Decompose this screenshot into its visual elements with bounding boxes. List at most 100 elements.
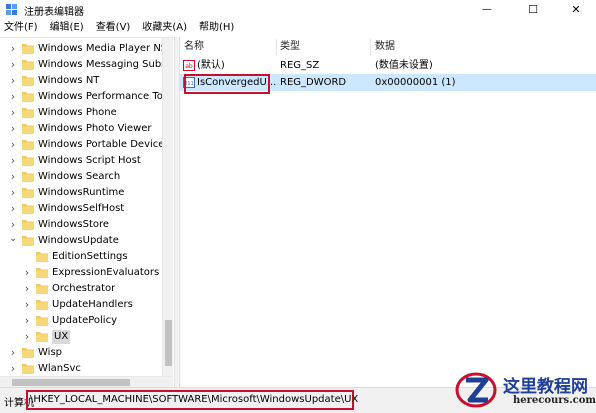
tree-item[interactable]: › Windows Portable Devices [0,137,170,153]
registry-editor-icon [6,4,17,15]
chevron-placeholder [23,252,31,262]
tree-item[interactable]: › WindowsStore [0,217,162,233]
tree-item[interactable]: EditionSettings [0,249,162,265]
chevron-right-icon[interactable]: › [23,283,31,294]
tree-item[interactable]: › ExpressionEvaluators [0,265,162,281]
folder-icon [22,44,34,54]
tree-item-label: WindowsSelfHost [38,203,125,214]
chevron-right-icon[interactable]: › [9,219,17,230]
column-header-type[interactable]: 类型 [280,39,300,55]
menu-edit[interactable]: 编辑(E) [46,19,88,37]
tree-item-label: Windows Search [38,171,121,182]
chevron-right-icon[interactable]: › [9,139,17,150]
menu-view[interactable]: 查看(V) [92,19,135,37]
chevron-right-icon[interactable]: › [9,203,17,214]
value-row-default[interactable]: ab (默认) REG_SZ (数值未设置) [180,57,596,74]
tree-item-label: Windows Script Host [38,155,141,166]
folder-icon [22,124,34,134]
tree-horizontal-scrollbar[interactable] [0,376,173,387]
chevron-right-icon[interactable]: › [9,123,17,134]
chevron-right-icon[interactable]: › [23,299,31,310]
tree-vertical-scrollbar[interactable] [162,38,173,376]
tree-item[interactable]: › WindowsRuntime [0,185,162,201]
chevron-right-icon[interactable]: › [9,107,17,118]
column-divider[interactable] [370,39,371,55]
folder-icon [22,140,34,150]
chevron-right-icon[interactable]: › [9,75,17,86]
folder-icon [22,60,34,70]
tree-item[interactable]: › Windows Performance Too [0,89,169,105]
menu-help[interactable]: 帮助(H) [195,19,238,37]
tree-item-label: UpdateHandlers [52,299,133,310]
chevron-right-icon[interactable]: › [9,171,17,182]
close-icon: ✕ [571,3,581,16]
tree-item-label: Windows NT [38,75,100,86]
folder-icon [22,204,34,214]
annotation-highlight-value [184,74,270,94]
string-value-icon-text: ab [185,63,193,70]
chevron-right-icon[interactable]: › [9,155,17,166]
tree-item[interactable]: › Windows Messaging Subs [0,57,166,73]
tree-item[interactable]: › Windows Photo Viewer [0,121,162,137]
tree-item-label: Windows Performance Too [38,91,170,102]
folder-icon [22,172,34,182]
chevron-right-icon[interactable]: › [9,187,17,198]
tree-item[interactable]: › Windows Search [0,169,162,185]
folder-icon [22,220,34,230]
maximize-button[interactable]: ☐ [512,0,554,19]
folder-icon [36,332,48,342]
tree-item[interactable]: ⌄ WindowsUpdate [0,233,162,249]
tree-item[interactable]: › WindowsSelfHost [0,201,162,217]
value-name: (默认) [197,60,225,71]
tree-item[interactable]: › WlanSvc [0,361,162,377]
column-divider[interactable] [276,39,277,55]
string-value-icon: ab [183,60,195,71]
folder-icon [22,364,34,374]
tree-item-label: EditionSettings [52,251,128,262]
minimize-button[interactable]: — [466,0,508,19]
tree-item-label: ExpressionEvaluators [52,267,160,278]
folder-icon [36,284,48,294]
chevron-right-icon[interactable]: › [9,91,17,102]
chevron-right-icon[interactable]: › [23,315,31,326]
tree-item-label: Windows Phone [38,107,117,118]
chevron-right-icon[interactable]: › [9,363,17,374]
tree-item[interactable]: › Windows Script Host [0,153,162,169]
registry-tree[interactable]: › WlanSvc › Wisp › UX › UpdatePolicy › UpdateHand… [0,37,173,387]
tree-item[interactable]: › Wisp [0,345,162,361]
watermark-url-text: herecours.com [513,395,596,406]
menu-favorites[interactable]: 收藏夹(A) [138,19,191,37]
tree-item-label: Windows Media Player NS [38,43,168,54]
tree-item[interactable]: › UpdatePolicy [0,313,162,329]
folder-icon [22,348,34,358]
chevron-down-icon[interactable]: ⌄ [9,234,17,246]
close-button[interactable]: ✕ [556,0,596,19]
tree-item-label: Orchestrator [52,283,116,294]
tree-item-label: Windows Portable Devices [38,139,170,150]
chevron-right-icon[interactable]: › [23,267,31,278]
tree-item[interactable]: › UpdateHandlers [0,297,162,313]
folder-icon [22,236,34,246]
column-header-name[interactable]: 名称 [184,39,204,55]
chevron-right-icon[interactable]: › [9,347,17,358]
tree-item[interactable]: › Windows Phone [0,105,162,121]
tree-item[interactable]: › Orchestrator [0,281,162,297]
chevron-right-icon[interactable]: › [9,43,17,54]
value-type: REG_SZ [280,60,320,71]
chevron-right-icon[interactable]: › [23,331,31,342]
column-header-data[interactable]: 数据 [375,39,395,55]
value-data: (数值未设置) [375,60,433,71]
folder-icon [22,92,34,102]
tree-vertical-scroll-thumb[interactable] [165,320,172,366]
tree-item[interactable]: › UX [0,329,162,345]
value-data: 0x00000001 (1) [375,77,456,88]
tree-item-label: Windows Messaging Subs [38,59,167,70]
site-watermark: 这里教程网 herecours.com [455,368,596,413]
tree-item[interactable]: › Windows Media Player NS [0,41,167,57]
window-title: 注册表编辑器 [24,7,84,18]
tree-item-label: UX [52,330,71,344]
tree-item[interactable]: › Windows NT [0,73,162,89]
chevron-right-icon[interactable]: › [9,59,17,70]
tree-horizontal-scroll-thumb[interactable] [12,379,130,386]
menu-file[interactable]: 文件(F) [0,19,42,37]
